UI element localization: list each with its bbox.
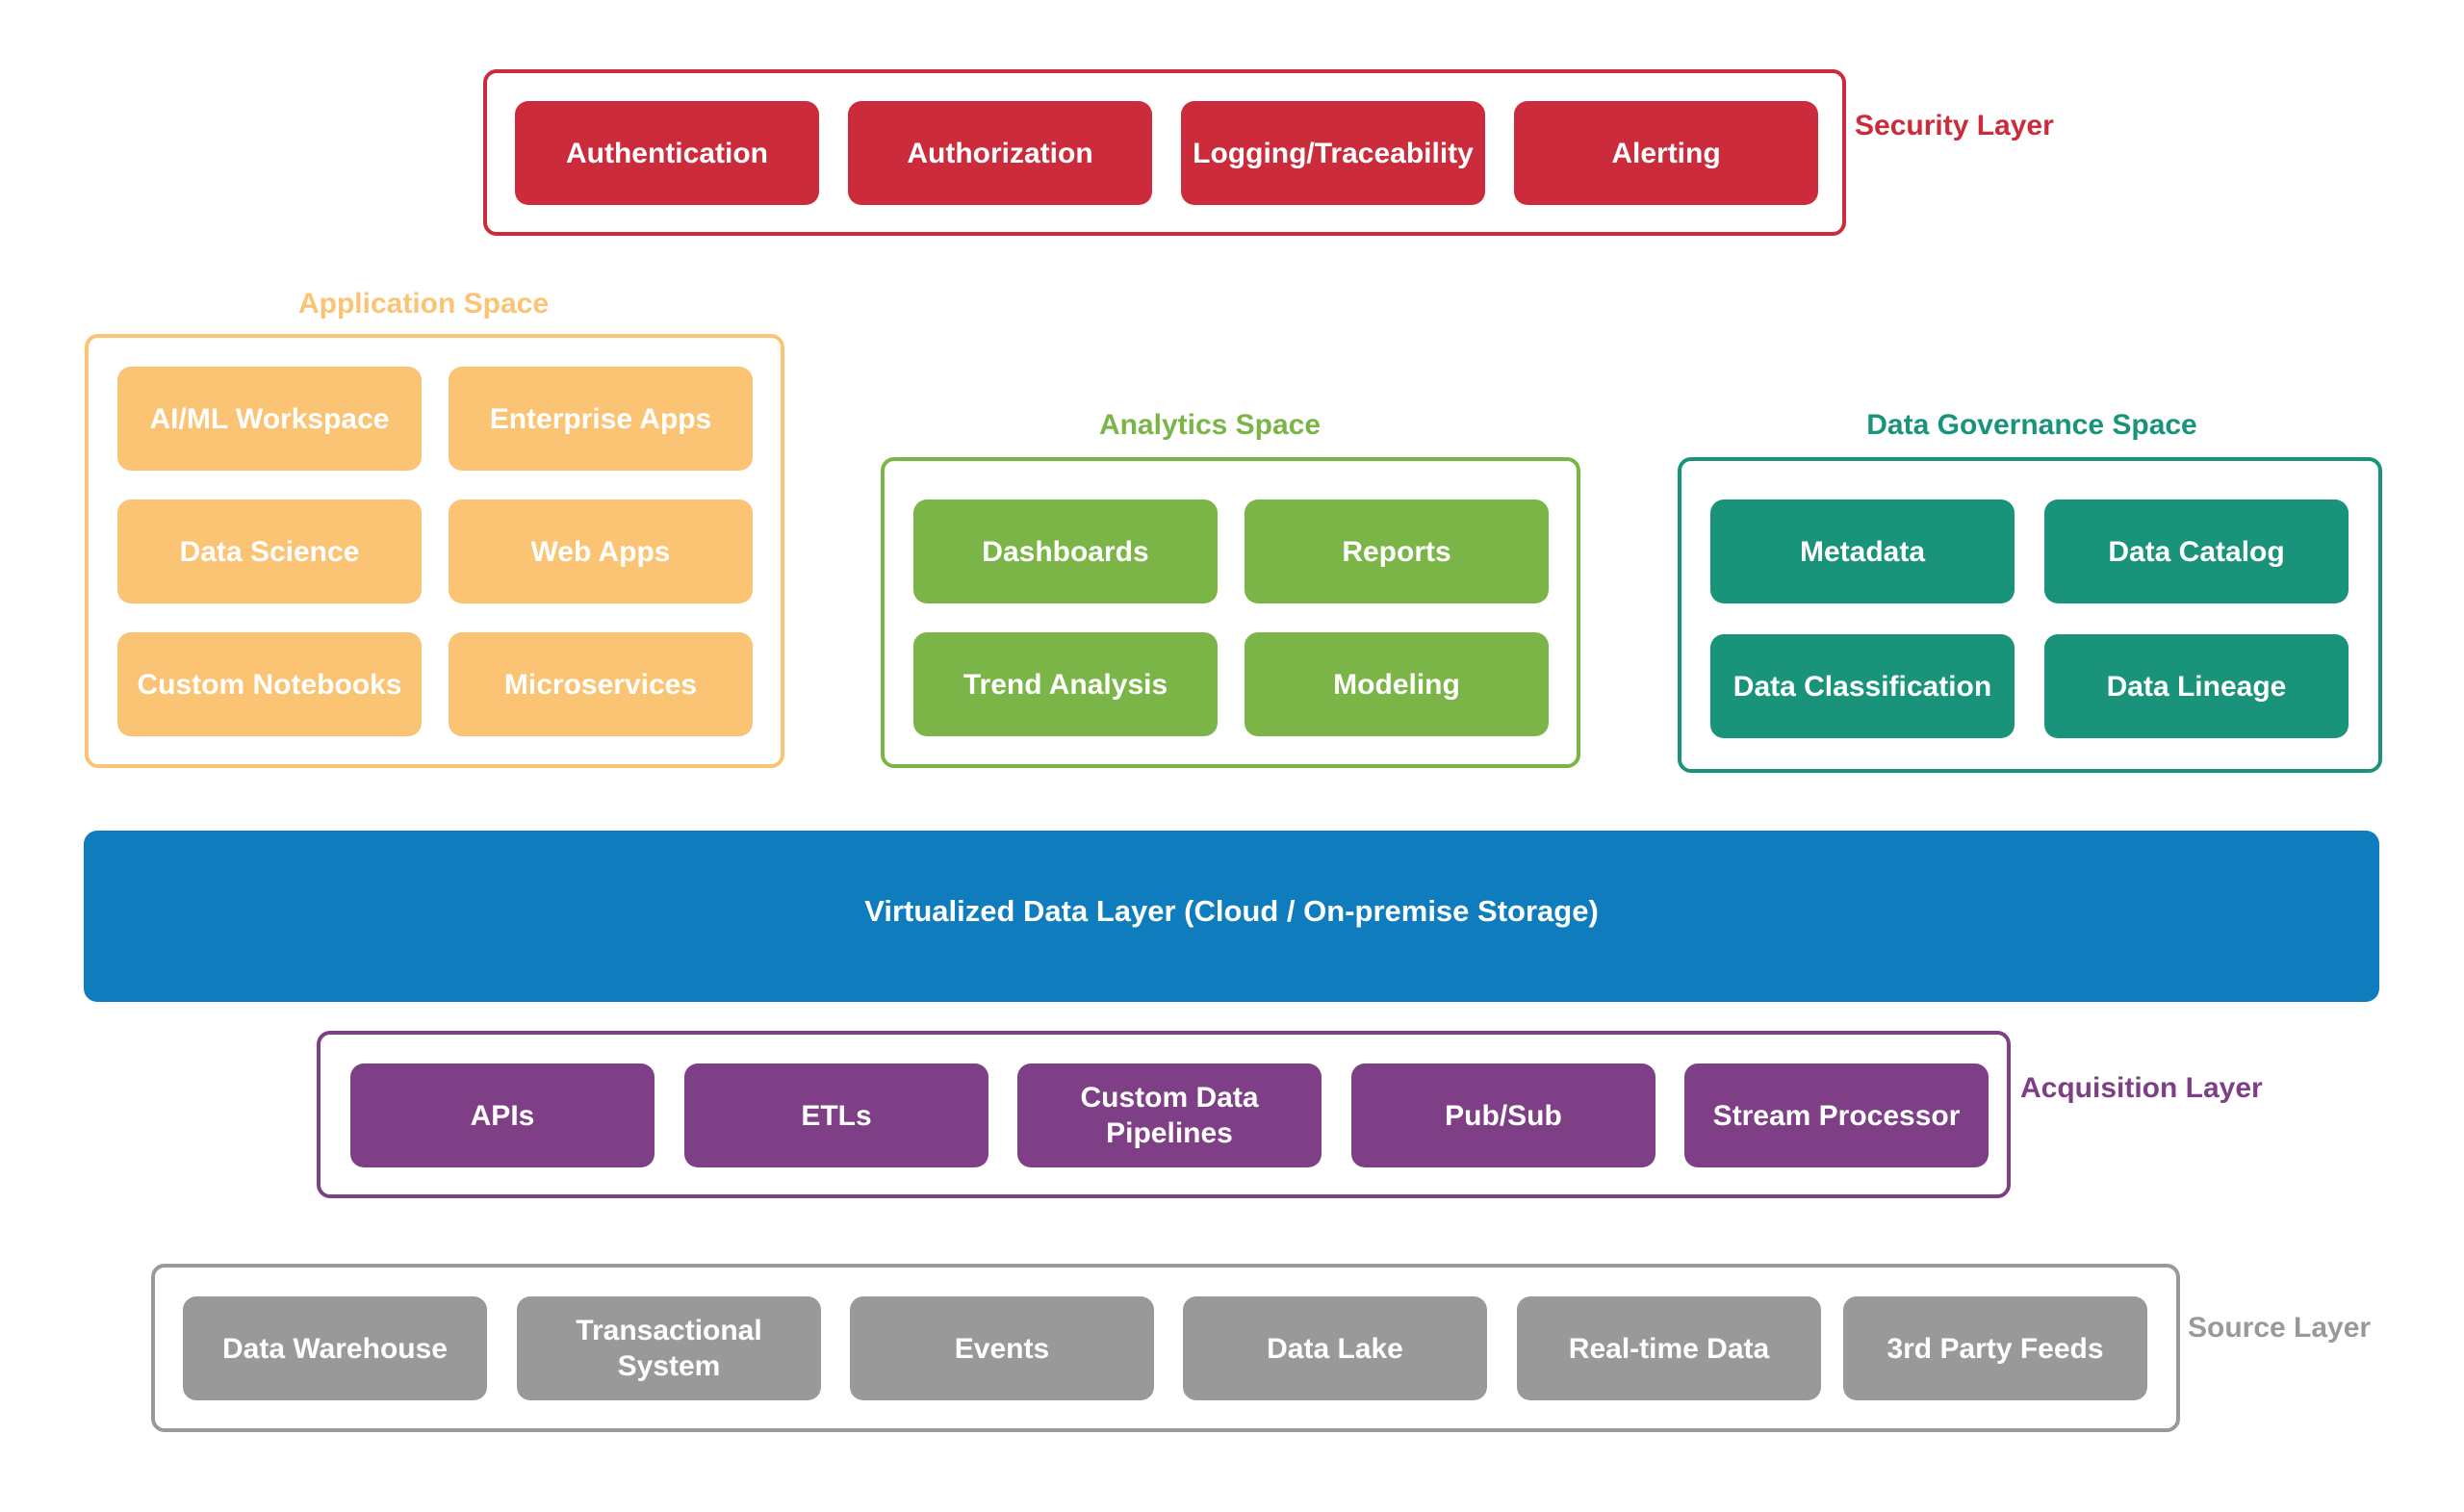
acquisition-block-pubsub[interactable]: Pub/Sub [1351,1064,1656,1167]
governance-block-metadata[interactable]: Metadata [1710,500,2015,603]
virtualized-data-layer-label: Virtualized Data Layer (Cloud / On-premi… [864,894,1599,928]
governance-block-data-catalog[interactable]: Data Catalog [2044,500,2348,603]
app-block-data-science[interactable]: Data Science [117,500,422,603]
source-block-events[interactable]: Events [850,1296,1154,1400]
block-label: Dashboards [982,535,1149,568]
block-label: 3rd Party Feeds [1886,1332,2104,1365]
analytics-block-modeling[interactable]: Modeling [1245,632,1549,736]
block-label: Events [954,1332,1050,1365]
source-layer-label: Source Layer [2188,1312,2372,1344]
block-label: Data Lineage [2106,670,2287,703]
acquisition-layer-label: Acquisition Layer [2020,1072,2263,1104]
block-label: Enterprise Apps [489,402,712,435]
security-block-authorization[interactable]: Authorization [848,101,1152,205]
block-label: Custom Notebooks [137,668,402,701]
block-label: Authorization [907,137,1093,169]
source-block-data-lake[interactable]: Data Lake [1183,1296,1487,1400]
security-block-alerting[interactable]: Alerting [1514,101,1818,205]
virtualized-data-layer[interactable]: Virtualized Data Layer (Cloud / On-premi… [84,831,2379,1002]
block-label: Web Apps [530,535,671,568]
security-block-logging[interactable]: Logging/Traceability [1181,101,1485,205]
acquisition-block-custom-data-pipelines[interactable]: Custom Data Pipelines [1017,1064,1322,1167]
acquisition-block-stream-processor[interactable]: Stream Processor [1684,1064,1989,1167]
block-label: Custom Data Pipelines [1080,1082,1259,1149]
block-label: Trend Analysis [962,668,1168,701]
analytics-block-reports[interactable]: Reports [1245,500,1549,603]
block-label: Transactional System [576,1315,762,1382]
acquisition-block-apis[interactable]: APIs [350,1064,654,1167]
block-label: Real-time Data [1568,1332,1770,1365]
block-label: Data Warehouse [222,1332,448,1365]
app-block-microservices[interactable]: Microservices [449,632,753,736]
block-label: Data Catalog [2108,535,2285,568]
app-block-enterprise-apps[interactable]: Enterprise Apps [449,367,753,471]
analytics-space-title: Analytics Space [1098,409,1322,441]
block-label: Authentication [566,137,768,169]
source-block-transactional-system[interactable]: Transactional System [517,1296,821,1400]
app-block-web-apps[interactable]: Web Apps [449,500,753,603]
app-block-aiml-workspace[interactable]: AI/ML Workspace [117,367,422,471]
analytics-block-dashboards[interactable]: Dashboards [913,500,1218,603]
block-label: AI/ML Workspace [149,402,390,435]
block-label: Alerting [1611,137,1721,169]
block-label: Reports [1342,535,1451,568]
block-label: ETLs [801,1099,872,1132]
source-block-data-warehouse[interactable]: Data Warehouse [183,1296,487,1400]
analytics-block-trend-analysis[interactable]: Trend Analysis [913,632,1218,736]
block-label: Metadata [1799,535,1926,568]
block-label: Data Lake [1267,1332,1403,1365]
block-label: Stream Processor [1712,1099,1961,1132]
application-space-title: Application Space [297,288,550,320]
app-block-custom-notebooks[interactable]: Custom Notebooks [117,632,422,736]
governance-block-data-lineage[interactable]: Data Lineage [2044,634,2348,738]
block-label: Modeling [1333,668,1460,701]
block-label: APIs [470,1099,535,1132]
governance-space-title: Data Governance Space [1866,409,2197,441]
security-layer-label: Security Layer [1855,110,2054,141]
source-block-realtime-data[interactable]: Real-time Data [1517,1296,1821,1400]
block-label: Pub/Sub [1445,1099,1562,1132]
acquisition-block-etls[interactable]: ETLs [684,1064,988,1167]
security-block-authentication[interactable]: Authentication [515,101,819,205]
block-label: Data Science [179,535,360,568]
block-label: Microservices [503,668,698,701]
governance-block-data-classification[interactable]: Data Classification [1710,634,2015,738]
source-block-3rd-party-feeds[interactable]: 3rd Party Feeds [1843,1296,2147,1400]
block-label: Logging/Traceability [1193,137,1474,169]
block-label: Data Classification [1732,670,1992,703]
